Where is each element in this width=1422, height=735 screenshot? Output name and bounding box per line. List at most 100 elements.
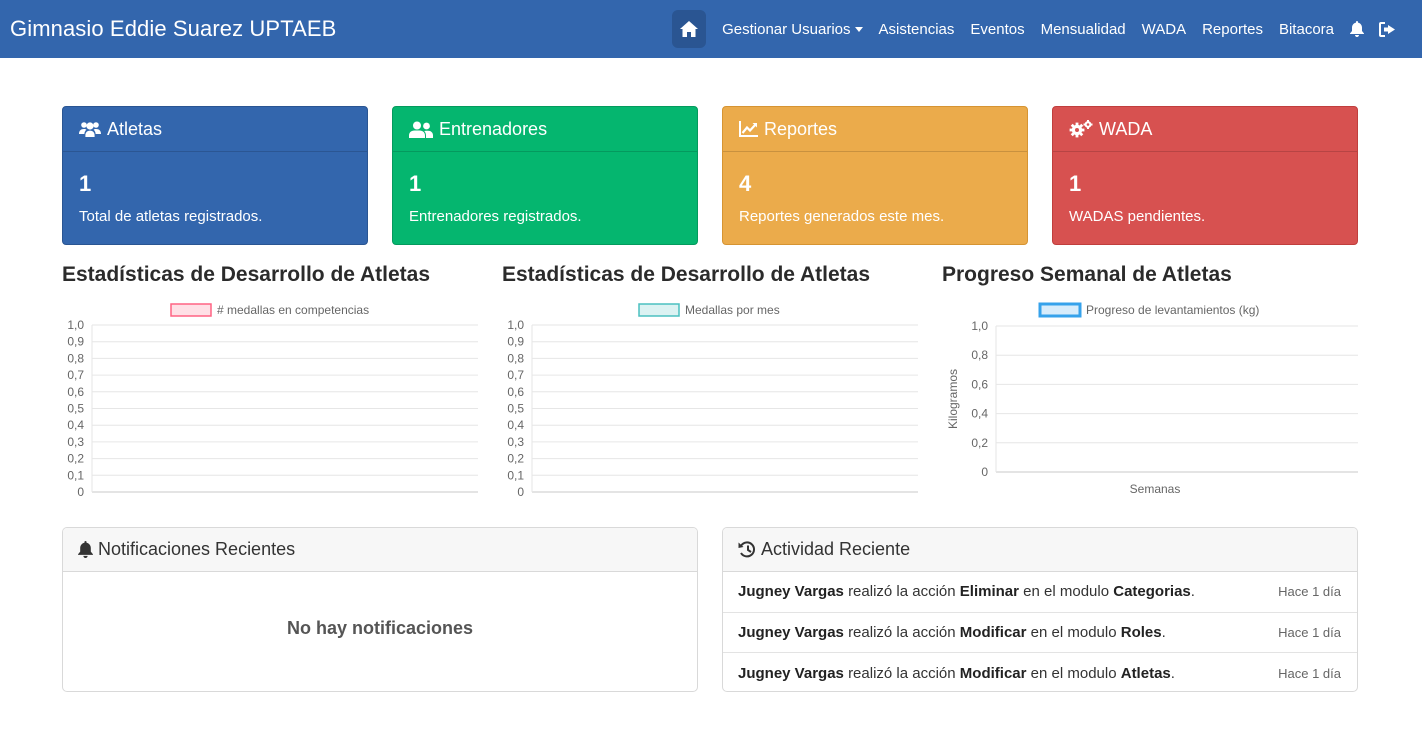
history-icon	[738, 541, 755, 558]
x-axis-label: Semanas	[1130, 482, 1181, 496]
legend-swatch[interactable]	[1038, 302, 1082, 318]
notifications-button[interactable]	[1342, 10, 1372, 48]
activity-item: Jugney Vargas realizó la acción Modifica…	[723, 653, 1357, 691]
activity-action: Eliminar	[959, 583, 1019, 601]
activity-user: Jugney Vargas	[738, 664, 844, 682]
nav-gestionar-usuarios[interactable]: Gestionar Usuarios	[714, 10, 870, 48]
y-tick-label: 0,2	[67, 452, 84, 466]
card-description: Total de atletas registrados.	[79, 208, 263, 225]
activity-text: Jugney Vargas realizó la acción Eliminar…	[738, 583, 1195, 601]
logout-button[interactable]	[1372, 10, 1402, 48]
activity-list: Jugney Vargas realizó la acción Eliminar…	[723, 572, 1357, 691]
card-value: 1	[409, 171, 422, 196]
y-tick-label: 0,9	[507, 335, 524, 349]
legend-label[interactable]: # medallas en competencias	[217, 303, 369, 317]
card-header: Atletas	[63, 107, 367, 152]
card-title: Atletas	[107, 118, 163, 139]
chart-medallas-competencias: # medallas en competencias 1,0 0,9 0,8 0,7 0,…	[67, 303, 478, 499]
activity-user: Jugney Vargas	[738, 623, 844, 641]
y-tick-label: 0,7	[507, 368, 524, 382]
y-tick-label: 0,8	[507, 351, 524, 365]
activity-action: Modificar	[959, 664, 1027, 682]
activity-action: Modificar	[959, 623, 1027, 641]
card-description: Reportes generados este mes.	[739, 208, 945, 225]
nav-reportes[interactable]: Reportes	[1194, 10, 1271, 48]
y-tick-label: 0	[981, 465, 988, 479]
nav-bitacora[interactable]: Bitacora	[1271, 10, 1342, 48]
y-tick-label: 0,8	[971, 348, 988, 362]
activity-module: Categorias	[1113, 583, 1191, 601]
nav-wada[interactable]: WADA	[1134, 10, 1194, 48]
card-value: 1	[1069, 171, 1082, 196]
legend-label[interactable]: Medallas por mes	[685, 303, 780, 317]
card-header: WADA	[1053, 107, 1357, 152]
activity-text: Jugney Vargas realizó la acción Modifica…	[738, 664, 1175, 682]
card-header: Reportes	[723, 107, 1027, 152]
legend-label[interactable]: Progreso de levantamientos (kg)	[1086, 303, 1259, 317]
activity-panel: Actividad Reciente Jugney Vargas realizó…	[722, 527, 1358, 692]
y-tick-label: 0,7	[67, 368, 84, 382]
activity-time: Hace 1 día	[1278, 665, 1341, 681]
y-tick-label: 0,8	[67, 351, 84, 365]
y-tick-label: 0,1	[67, 468, 84, 482]
chart-title-medallas-competencias: Estadísticas de Desarrollo de Atletas	[62, 263, 431, 286]
panel-header: Actividad Reciente	[723, 528, 1357, 572]
bell-icon	[78, 541, 93, 558]
y-tick-label: 1,0	[971, 319, 988, 333]
nav-links: Gestionar Usuarios Asistencias Eventos M…	[672, 10, 1402, 48]
card-description: Entrenadores registrados.	[409, 208, 582, 225]
card-atletas[interactable]: Atletas 1 Total de atletas registrados.	[62, 106, 368, 245]
chart-medallas-mes: Medallas por mes 1,0 0,9 0,8 0,7 0,6 0,5 0,4 0,3…	[507, 303, 918, 499]
chevron-down-icon	[854, 26, 863, 32]
y-tick-label: 0,2	[971, 436, 988, 450]
chart-line-icon	[739, 121, 758, 137]
home-icon	[680, 21, 699, 37]
y-tick-label: 1,0	[67, 318, 84, 332]
legend-swatch[interactable]	[638, 303, 680, 317]
activity-item: Jugney Vargas realizó la acción Eliminar…	[723, 572, 1357, 613]
card-title: Entrenadores	[439, 118, 548, 139]
y-tick-label: 0,5	[67, 402, 84, 416]
y-tick-label: 0,6	[971, 377, 988, 391]
activity-user: Jugney Vargas	[738, 583, 844, 601]
nav-mensualidad[interactable]: Mensualidad	[1033, 10, 1134, 48]
chart-progreso-semanal: Progreso de levantamientos (kg) 1,0 0,8 0,6…	[946, 302, 1358, 496]
y-tick-label: 0,5	[507, 402, 524, 416]
card-header: Entrenadores	[393, 107, 697, 152]
panel-title: Actividad Reciente	[761, 539, 911, 559]
legend-swatch[interactable]	[170, 303, 212, 317]
activity-text: Jugney Vargas realizó la acción Modifica…	[738, 623, 1166, 641]
y-tick-label: 0,3	[507, 435, 524, 449]
y-tick-label: 0	[77, 485, 84, 499]
card-reportes[interactable]: Reportes 4 Reportes generados este mes.	[722, 106, 1028, 245]
activity-time: Hace 1 día	[1278, 584, 1341, 600]
user-friends-icon	[409, 121, 433, 138]
panel-title: Notificaciones Recientes	[98, 539, 296, 559]
card-value: 1	[79, 171, 92, 196]
y-tick-label: 0,9	[67, 335, 84, 349]
card-entrenadores[interactable]: Entrenadores 1 Entrenadores registrados.	[392, 106, 698, 245]
activity-item: Jugney Vargas realizó la acción Modifica…	[723, 613, 1357, 653]
nav-eventos[interactable]: Eventos	[962, 10, 1032, 48]
y-tick-label: 0,4	[507, 418, 524, 432]
brand-title[interactable]: Gimnasio Eddie Suarez UPTAEB	[10, 16, 336, 42]
activity-module: Atletas	[1120, 664, 1171, 682]
bell-icon	[1350, 21, 1364, 37]
activity-time: Hace 1 día	[1278, 624, 1341, 640]
users-icon	[79, 122, 101, 137]
cogs-icon	[1069, 120, 1093, 138]
nav-asistencias[interactable]: Asistencias	[871, 10, 963, 48]
activity-module: Roles	[1120, 623, 1162, 641]
top-navbar: Gimnasio Eddie Suarez UPTAEB Gestionar U…	[0, 0, 1422, 58]
y-tick-label: 0,3	[67, 435, 84, 449]
y-tick-label: 0	[517, 485, 524, 499]
y-tick-label: 0,4	[67, 418, 84, 432]
y-tick-label: 0,6	[67, 385, 84, 399]
card-wada[interactable]: WADA 1 WADAS pendientes.	[1052, 106, 1358, 245]
y-axis-label: Kilogramos	[946, 369, 960, 429]
y-tick-label: 0,4	[971, 407, 988, 421]
card-description: WADAS pendientes.	[1069, 208, 1206, 225]
panel-header: Notificaciones Recientes	[63, 528, 697, 572]
home-button[interactable]	[672, 10, 707, 48]
y-tick-label: 1,0	[507, 318, 524, 332]
